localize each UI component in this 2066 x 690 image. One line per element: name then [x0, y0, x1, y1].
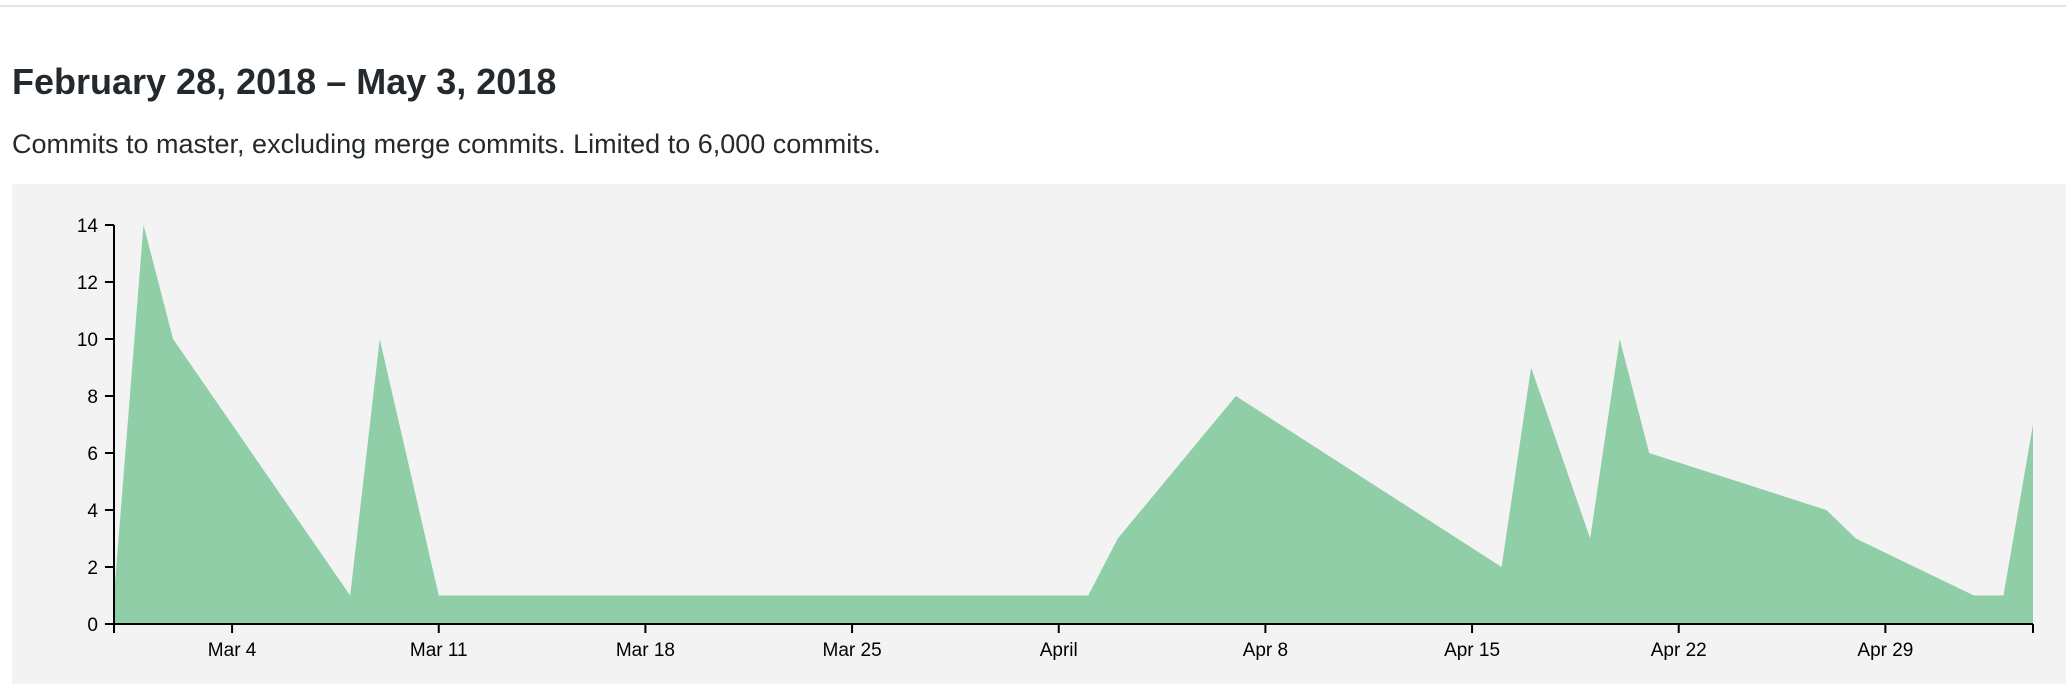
top-divider	[0, 5, 2066, 7]
y-axis-ticks: 0 2 4 6 8 10 12 14	[77, 216, 114, 636]
y-axis-tick-label: 2	[87, 558, 98, 579]
date-range-title: February 28, 2018 – May 3, 2018	[12, 61, 557, 102]
x-axis-tick-label: Mar 25	[823, 640, 882, 661]
x-axis-tick-label: Apr 8	[1243, 640, 1288, 661]
y-axis-tick-label: 0	[87, 615, 98, 636]
y-axis-tick-label: 4	[87, 501, 98, 522]
commits-area-series	[114, 225, 2033, 624]
chart-panel: Mar 4 Mar 11 Mar 18 Mar 25 April Apr 8 Apr 15 A…	[12, 184, 2066, 684]
y-axis-tick-label: 8	[87, 387, 98, 408]
y-axis-tick-label: 10	[77, 330, 98, 351]
x-axis-tick-label: Mar 4	[208, 640, 257, 661]
chart-description: Commits to master, excluding merge commi…	[12, 129, 881, 159]
y-axis-tick-label: 14	[77, 216, 99, 237]
y-axis-tick-label: 12	[77, 273, 98, 294]
x-axis-ticks: Mar 4 Mar 11 Mar 18 Mar 25 April Apr 8 Apr 15 A…	[113, 624, 2034, 661]
x-axis-tick-label: Mar 18	[616, 640, 675, 661]
commits-area-chart: Mar 4 Mar 11 Mar 18 Mar 25 April Apr 8 Apr 15 A…	[77, 216, 2034, 661]
x-axis-tick-label: Apr 29	[1857, 640, 1913, 661]
x-axis-tick-label: Apr 22	[1651, 640, 1707, 661]
x-axis-tick-label: Mar 11	[410, 640, 468, 661]
y-axis-tick-label: 6	[87, 444, 98, 465]
x-axis-tick-label: Apr 15	[1444, 640, 1500, 661]
x-axis-tick-label: April	[1040, 640, 1078, 661]
